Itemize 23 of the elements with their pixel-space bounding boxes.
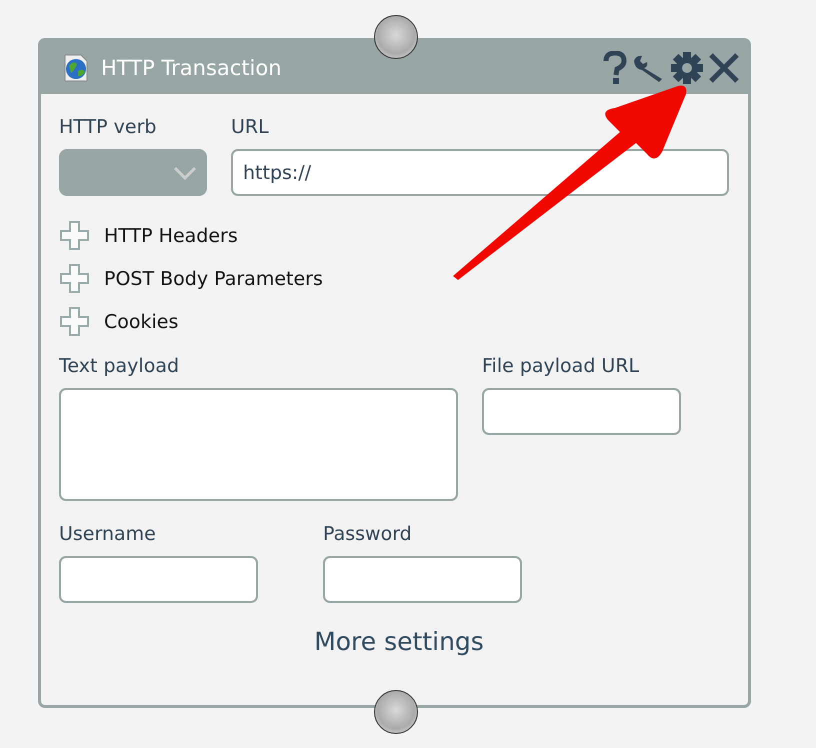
field-label: Username — [59, 523, 157, 545]
connector-handle[interactable] — [374, 690, 418, 734]
close-icon[interactable] — [708, 52, 740, 84]
window-title: HTTP Transaction — [101, 56, 283, 80]
connector-handle[interactable] — [374, 15, 418, 59]
chevron-down-icon — [173, 166, 197, 180]
globe-document-icon — [63, 54, 89, 82]
username-field[interactable] — [59, 556, 258, 603]
field-label: Text payload — [59, 355, 180, 377]
section-toggle[interactable]: HTTP Headers — [59, 220, 729, 251]
settings-icon[interactable] — [670, 50, 704, 84]
section-toggle[interactable]: Cookies — [59, 306, 729, 337]
file-url-field[interactable] — [482, 388, 681, 435]
url-field[interactable]: https:// — [231, 149, 729, 196]
section-toggle[interactable]: POST Body Parameters — [59, 263, 729, 294]
field-label: File payload URL — [482, 355, 640, 377]
field-label: URL — [231, 116, 270, 138]
more-settings-link[interactable]: More settings — [314, 627, 484, 656]
help-icon[interactable] — [602, 50, 628, 84]
text-payload-field[interactable] — [59, 388, 458, 501]
field-label: HTTP verb — [59, 116, 158, 138]
password-field[interactable] — [323, 556, 522, 603]
field-label: Password — [323, 523, 413, 545]
